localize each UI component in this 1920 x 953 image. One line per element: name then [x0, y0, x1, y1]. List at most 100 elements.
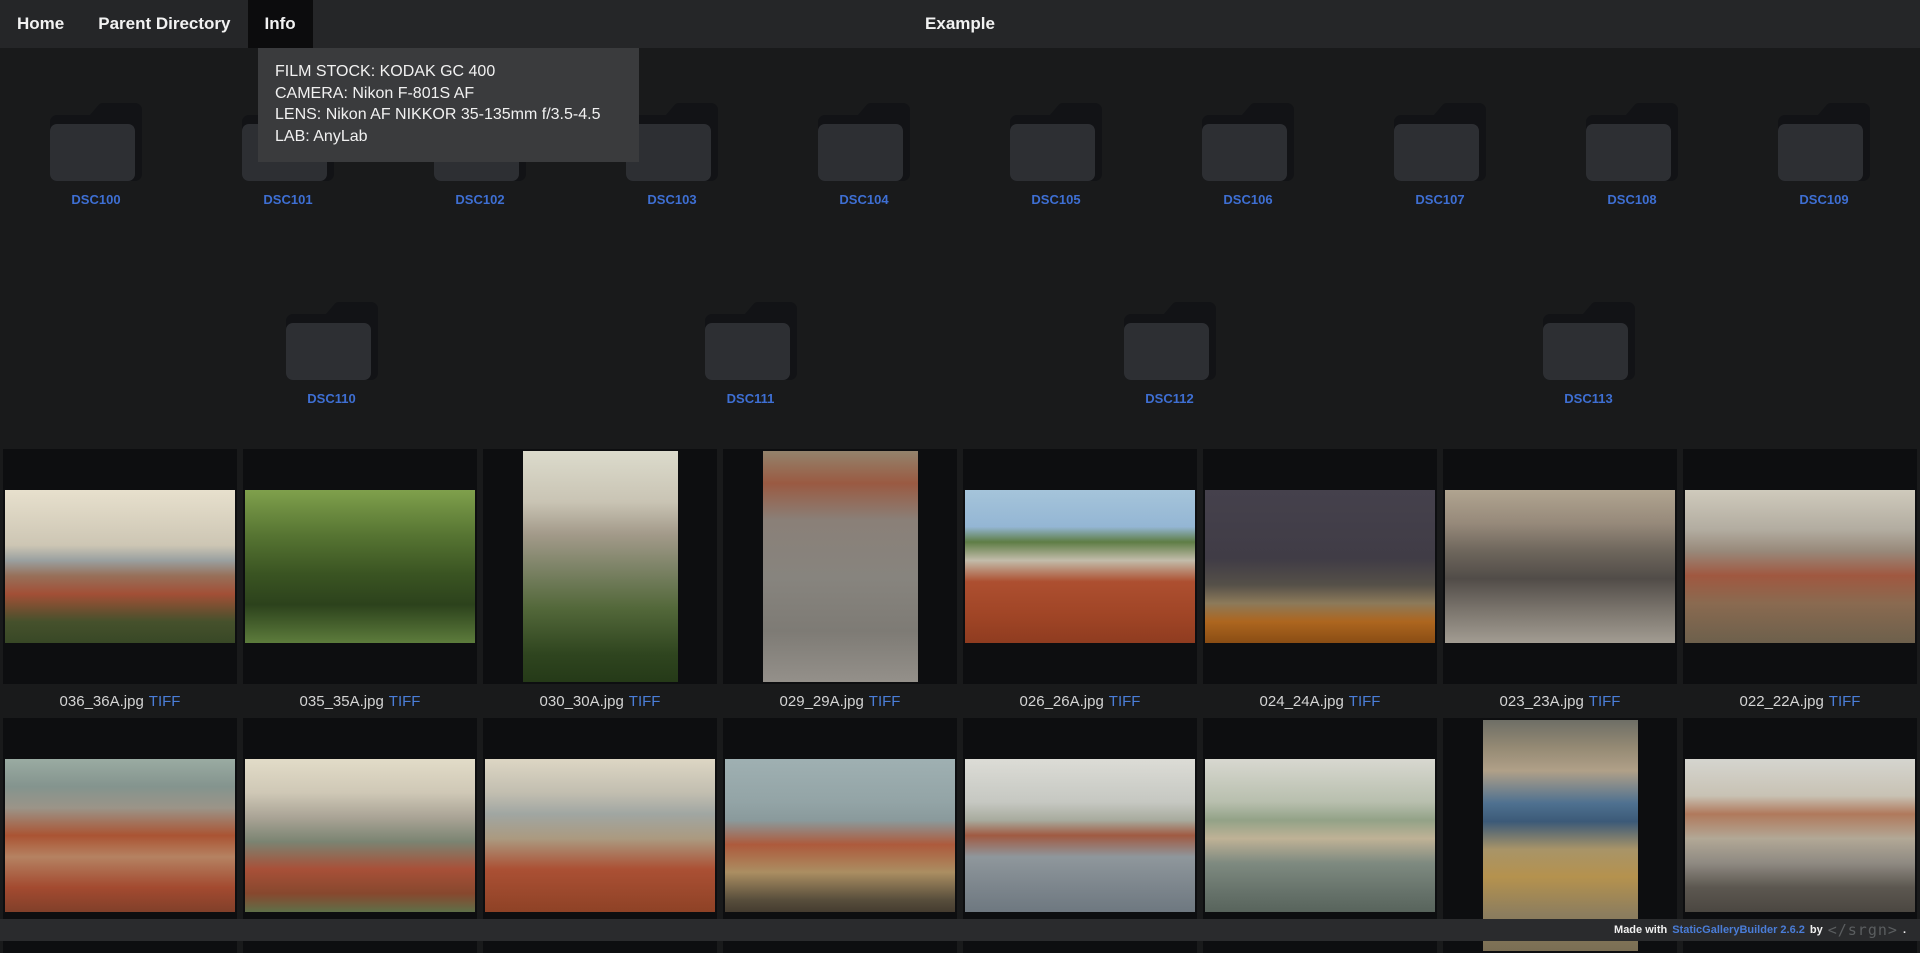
info-line: FILM STOCK: KODAK GC 400	[275, 61, 622, 83]
thumbnail-link-charles-bridge-crowd[interactable]	[1443, 449, 1677, 684]
photo-prague-river-weir-castle	[1205, 759, 1435, 912]
thumbnail-link-prague-river-bridges-aerial[interactable]	[243, 718, 477, 953]
folder-label: DSC105	[1031, 192, 1080, 207]
folder-label: DSC108	[1607, 192, 1656, 207]
folder-item-DSC111[interactable]: DSC111	[705, 302, 797, 406]
gallery-item-prague-rooftops-church-spire	[723, 718, 957, 953]
folder-icon	[1010, 103, 1102, 181]
folder-icon	[1586, 103, 1678, 181]
info-panel: FILM STOCK: KODAK GC 400CAMERA: Nikon F-…	[258, 48, 639, 162]
footer-by: by	[1810, 924, 1823, 936]
tiff-link[interactable]: TIFF	[1829, 693, 1861, 710]
folder-item-DSC106[interactable]: DSC106	[1202, 103, 1294, 207]
folder-label: DSC104	[839, 192, 888, 207]
thumb-filename: 024_24A.jpg	[1260, 693, 1344, 710]
thumbnail-link-city-panorama-castle[interactable]	[1683, 449, 1917, 684]
thumb-filename: 026_26A.jpg	[1020, 693, 1104, 710]
folder-label: DSC107	[1415, 192, 1464, 207]
thumb-label: 035_35A.jpgTIFF	[243, 684, 477, 718]
thumb-label: 026_26A.jpg TIFF	[963, 684, 1197, 718]
folder-item-DSC105[interactable]: DSC105	[1010, 103, 1102, 207]
gallery-item-024_24A.jpg: 024_24A.jpg TIFF	[1203, 449, 1437, 718]
footer-builder-link[interactable]: StaticGalleryBuilder 2.6.2	[1672, 924, 1805, 936]
folder-item-DSC103[interactable]: DSC103	[626, 103, 718, 207]
folder-item-DSC109[interactable]: DSC109	[1778, 103, 1870, 207]
folder-item-DSC104[interactable]: DSC104	[818, 103, 910, 207]
gallery-item-prague-castle-aerial	[3, 718, 237, 953]
thumbnail-link-tree-over-city-view[interactable]	[483, 449, 717, 684]
folder-label: DSC109	[1799, 192, 1848, 207]
thumbnail-link-green-foliage[interactable]	[243, 449, 477, 684]
folder-icon	[286, 302, 378, 380]
thumb-filename: 029_29A.jpg	[780, 693, 864, 710]
folder-label: DSC113	[1564, 391, 1612, 406]
folder-item-DSC112[interactable]: DSC112	[1124, 302, 1216, 406]
photo-tyn-church-night	[1205, 490, 1435, 643]
gallery-item-prague-hazy-cityscape	[483, 718, 717, 953]
tiff-link[interactable]: TIFF	[1349, 693, 1381, 710]
folder-item-DSC113[interactable]: DSC113	[1543, 302, 1635, 406]
thumb-filename: 030_30A.jpg	[540, 693, 624, 710]
gallery-grid: 036_36A.jpgTIFF035_35A.jpgTIFF030_30A.jp…	[0, 449, 1920, 953]
thumbnail-link-astronomical-clock-tower[interactable]	[1443, 718, 1677, 953]
tiff-link[interactable]: TIFF	[389, 693, 421, 710]
top-nav: HomeParent DirectoryInfo Example	[0, 0, 1920, 48]
gallery-item-old-town-square-street	[1683, 718, 1917, 953]
nav-item-parent-directory[interactable]: Parent Directory	[81, 0, 247, 48]
tiff-link[interactable]: TIFF	[1109, 693, 1141, 710]
thumb-label: 036_36A.jpgTIFF	[3, 684, 237, 718]
thumbnail-link-charles-bridge-statue-river[interactable]	[963, 718, 1197, 953]
photo-charles-bridge-statue-river	[965, 759, 1195, 912]
folder-icon	[1202, 103, 1294, 181]
gallery-item-prague-river-weir-castle	[1203, 718, 1437, 953]
photo-prague-hazy-cityscape	[485, 759, 715, 912]
thumbnail-link-city-panorama-church-spire[interactable]	[3, 449, 237, 684]
thumb-label: 029_29A.jpg TIFF	[723, 684, 957, 718]
folder-item-DSC108[interactable]: DSC108	[1586, 103, 1678, 207]
footer-period: .	[1903, 924, 1906, 936]
photo-old-town-square-street	[1685, 759, 1915, 912]
gallery-item-030_30A.jpg: 030_30A.jpg TIFF	[483, 449, 717, 718]
thumbnail-link-prague-rooftops-church-spire[interactable]	[723, 718, 957, 953]
photo-prague-river-bridges-aerial	[245, 759, 475, 912]
thumbnail-link-town-square-aerial[interactable]	[723, 449, 957, 684]
thumb-label: 024_24A.jpg TIFF	[1203, 684, 1437, 718]
folder-icon	[626, 103, 718, 181]
tiff-link[interactable]: TIFF	[149, 693, 181, 710]
folder-icon	[1778, 103, 1870, 181]
gallery-item-prague-river-bridges-aerial	[243, 718, 477, 953]
gallery-item-022_22A.jpg: 022_22A.jpg TIFF	[1683, 449, 1917, 718]
thumbnail-link-red-rooftops-green-hill[interactable]	[963, 449, 1197, 684]
tiff-link[interactable]: TIFF	[629, 693, 661, 710]
thumbnail-link-prague-river-weir-castle[interactable]	[1203, 718, 1437, 953]
photo-red-rooftops-green-hill	[965, 490, 1195, 643]
footer-srgn-logo[interactable]: </srgn>	[1828, 921, 1898, 939]
gallery-item-036_36A.jpg: 036_36A.jpgTIFF	[3, 449, 237, 718]
photo-tree-over-city-view	[523, 451, 678, 682]
photo-city-panorama-castle	[1685, 490, 1915, 643]
footer-made-with: Made with	[1614, 924, 1667, 936]
info-line: LAB: AnyLab	[275, 126, 622, 148]
thumb-filename: 022_22A.jpg	[1740, 693, 1824, 710]
folder-label: DSC103	[647, 192, 696, 207]
thumbnail-link-prague-hazy-cityscape[interactable]	[483, 718, 717, 953]
gallery-item-026_26A.jpg: 026_26A.jpg TIFF	[963, 449, 1197, 718]
footer-bar: Made with StaticGalleryBuilder 2.6.2 by …	[0, 919, 1920, 941]
gallery-item-charles-bridge-statue-river	[963, 718, 1197, 953]
tiff-link[interactable]: TIFF	[1589, 693, 1621, 710]
folder-item-DSC107[interactable]: DSC107	[1394, 103, 1486, 207]
folder-item-DSC100[interactable]: DSC100	[50, 103, 142, 207]
gallery-item-029_29A.jpg: 029_29A.jpg TIFF	[723, 449, 957, 718]
thumbnail-link-prague-castle-aerial[interactable]	[3, 718, 237, 953]
thumbnail-link-old-town-square-street[interactable]	[1683, 718, 1917, 953]
nav-item-home[interactable]: Home	[0, 0, 81, 48]
photo-prague-rooftops-church-spire	[725, 759, 955, 912]
folder-label: DSC111	[727, 391, 775, 406]
folder-icon	[705, 302, 797, 380]
folder-item-DSC110[interactable]: DSC110	[286, 302, 378, 406]
tiff-link[interactable]: TIFF	[869, 693, 901, 710]
thumb-filename: 023_23A.jpg	[1500, 693, 1584, 710]
thumbnail-link-tyn-church-night[interactable]	[1203, 449, 1437, 684]
gallery-item-035_35A.jpg: 035_35A.jpgTIFF	[243, 449, 477, 718]
nav-item-info[interactable]: Info	[248, 0, 313, 48]
